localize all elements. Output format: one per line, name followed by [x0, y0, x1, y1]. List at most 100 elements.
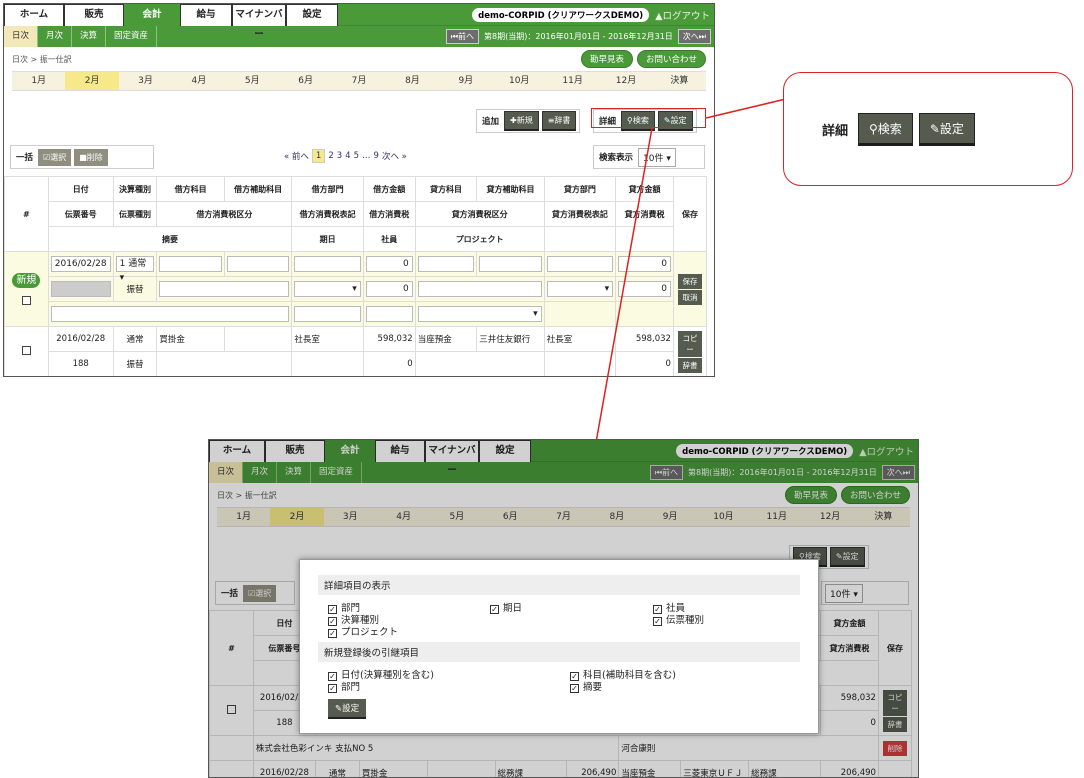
row-dictionary-button[interactable]: 辞書: [677, 357, 702, 373]
breadcrumb[interactable]: 日次 > 振一仕訳: [12, 54, 72, 65]
pager-page[interactable]: 3: [337, 151, 342, 161]
prev-period-button[interactable]: ⏮前へ: [445, 29, 480, 44]
cell-credit-sub: 三井住友銀行: [476, 326, 545, 352]
credit-sub-input[interactable]: [479, 256, 542, 272]
pager-page[interactable]: 4: [345, 151, 350, 161]
cell-debit-account: 買掛金: [156, 326, 225, 352]
dictionary-button[interactable]: ≡辞書: [541, 111, 577, 131]
month-closing[interactable]: 決算: [653, 72, 706, 90]
pager-prev[interactable]: « 前へ: [284, 150, 309, 162]
cell-type: 通常: [112, 326, 158, 352]
pager-page[interactable]: 1: [311, 149, 326, 163]
month-mar[interactable]: 3月: [119, 72, 172, 90]
header-debit-amount: 借方金額: [362, 176, 416, 202]
header-save: 保存: [672, 176, 708, 252]
subtab-monthly[interactable]: 月次: [38, 26, 73, 47]
due-input[interactable]: [294, 306, 361, 322]
pager-page[interactable]: 9: [374, 151, 379, 161]
tab-payroll[interactable]: 給与: [180, 4, 232, 26]
option-due[interactable]: ✓ 期日: [490, 600, 522, 614]
select-button[interactable]: ☑選択: [38, 148, 72, 166]
logout-link[interactable]: ▲ログアウト: [655, 8, 710, 22]
new-button[interactable]: ✚新規: [504, 111, 539, 131]
header-debit-tax-class: 借方消費税区分: [156, 201, 293, 227]
quick-view-button[interactable]: 勘早見表: [580, 50, 633, 68]
subtab-daily[interactable]: 日次: [4, 26, 39, 47]
tab-accounting[interactable]: 会計: [124, 4, 180, 26]
option-voucher-type[interactable]: ✓ 伝票種別: [653, 612, 704, 626]
cell-voucher-no: 188: [47, 351, 114, 376]
copy-button[interactable]: コピー: [677, 330, 702, 357]
tab-settings[interactable]: 設定: [286, 4, 338, 26]
header-empty: [615, 226, 674, 252]
save-button[interactable]: 保存: [677, 273, 702, 289]
memo-input[interactable]: [50, 306, 290, 322]
credit-amount-input[interactable]: 0: [618, 256, 671, 272]
debit-tax-input[interactable]: 0: [365, 281, 413, 297]
cancel-button[interactable]: 取消: [677, 289, 702, 305]
tab-home[interactable]: ホーム: [4, 4, 64, 26]
next-period-button[interactable]: 次へ⏭: [677, 29, 711, 44]
header-staff: 社員: [362, 226, 416, 252]
pager-page[interactable]: 2: [328, 151, 333, 161]
cell-credit-account: 当座預金: [414, 326, 478, 352]
month-aug[interactable]: 8月: [386, 72, 439, 90]
subtab-fixed-assets[interactable]: 固定資産: [106, 26, 158, 47]
header-credit-tax-class: 貸方消費税区分: [414, 201, 545, 227]
apply-settings-button[interactable]: ✎設定: [328, 699, 367, 719]
callout-search-button[interactable]: ⚲検索: [858, 113, 913, 146]
bulk-group: 一括 ☑選択 ■削除: [10, 145, 154, 169]
debit-amount-input[interactable]: 0: [365, 256, 413, 272]
row-checkbox[interactable]: [21, 345, 31, 355]
tab-mynumber[interactable]: マイナンバー: [232, 4, 286, 40]
row-checkbox[interactable]: [21, 295, 31, 305]
chevron-down-icon: ▾: [666, 153, 671, 164]
month-nov[interactable]: 11月: [546, 72, 599, 90]
month-apr[interactable]: 4月: [172, 72, 225, 90]
debit-tax-label-select[interactable]: ▾: [294, 281, 361, 297]
credit-tax-label-select[interactable]: ▾: [546, 281, 614, 297]
header-credit-tax: 貸方消費税: [615, 201, 674, 227]
debit-tax-class-input[interactable]: [159, 281, 290, 297]
debit-sub-input[interactable]: [226, 256, 290, 272]
month-jan[interactable]: 1月: [12, 72, 65, 90]
month-feb[interactable]: 2月: [65, 72, 119, 90]
credit-dept-input[interactable]: [546, 256, 614, 272]
credit-tax-class-input[interactable]: [417, 281, 542, 297]
month-jul[interactable]: 7月: [332, 72, 385, 90]
new-date-input[interactable]: 2016/02/28: [50, 256, 111, 272]
tab-sales[interactable]: 販売: [64, 4, 124, 26]
checkbox-checked-icon: ✓: [328, 629, 337, 638]
new-type-select[interactable]: 1 通常▾: [115, 256, 155, 283]
debit-account-input[interactable]: [159, 256, 222, 272]
month-sep[interactable]: 9月: [439, 72, 492, 90]
month-jun[interactable]: 6月: [279, 72, 332, 90]
callout-settings-button[interactable]: ✎設定: [918, 113, 975, 146]
credit-tax-input[interactable]: 0: [618, 281, 671, 297]
month-dec[interactable]: 12月: [599, 72, 652, 90]
month-oct[interactable]: 10月: [493, 72, 546, 90]
row-marker: [4, 326, 49, 376]
section-display-items: 詳細項目の表示: [318, 575, 800, 595]
debit-dept-input[interactable]: [294, 256, 361, 272]
top-nav-right: demo-CORPID (クリアワークスDEMO) ▲ログアウト: [338, 4, 714, 25]
month-may[interactable]: 5月: [226, 72, 279, 90]
header-debit-tax-label: 借方消費税表記: [291, 201, 364, 227]
option-carry-dept[interactable]: ✓ 部門: [328, 679, 360, 693]
header-closing-type: 決算種別: [112, 176, 158, 202]
empty-cell: [543, 351, 617, 376]
pager-next[interactable]: 次へ »: [382, 150, 407, 162]
subtab-closing[interactable]: 決算: [72, 26, 107, 47]
per-page-select[interactable]: 10件 ▾: [638, 147, 676, 167]
credit-account-input[interactable]: [417, 256, 475, 272]
project-select[interactable]: ▾: [417, 306, 542, 322]
voucher-no-input[interactable]: [50, 281, 111, 297]
bulk-delete-button[interactable]: ■削除: [74, 148, 108, 166]
option-project[interactable]: ✓ プロジェクト: [328, 624, 398, 638]
new-row-marker: 新規: [4, 251, 49, 327]
staff-input[interactable]: [365, 306, 413, 322]
option-carry-memo[interactable]: ✓ 摘要: [570, 679, 602, 693]
contact-button[interactable]: お問い合わせ: [636, 50, 706, 68]
pager-page[interactable]: 5: [354, 151, 359, 161]
period-label: 第8期(当期)：2016年01月01日 - 2016年12月31日: [484, 32, 673, 41]
